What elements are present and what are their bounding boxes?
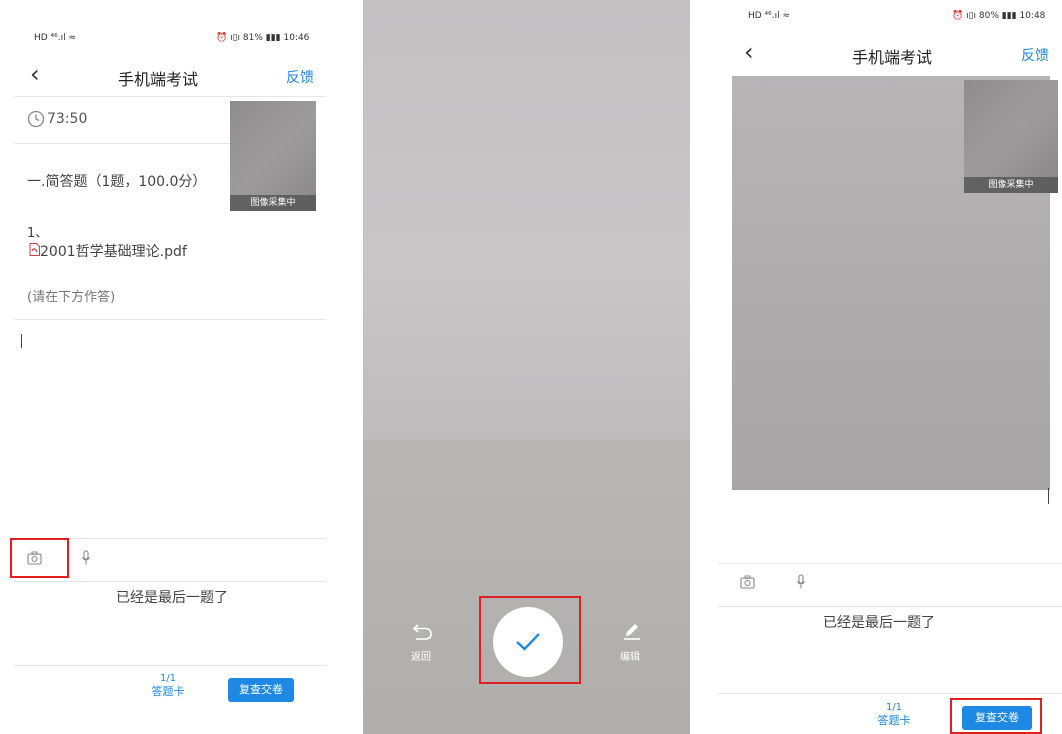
camera-icon[interactable]	[740, 575, 755, 589]
answer-text-cursor[interactable]	[1048, 488, 1049, 504]
back-icon[interactable]: ‹	[744, 40, 754, 64]
edit-pencil-icon[interactable]	[622, 621, 642, 641]
feedback-link[interactable]: 反馈	[286, 67, 314, 87]
back-arrow-icon[interactable]	[412, 622, 434, 642]
camera-status-label: 图像采集中	[964, 177, 1058, 193]
page-title: 手机端考试	[852, 48, 933, 67]
edit-label[interactable]: 编辑	[620, 648, 640, 663]
exam-screen-with-photo: HD ⁴⁶.ıl ≈ ⏰ ı▯ı 80% ▮▮▮ 10:48 ‹ 手机端考试 反…	[718, 0, 1062, 734]
microphone-icon[interactable]	[796, 574, 806, 590]
status-bar-right: ⏰ ı▯ı 81% ▮▮▮ 10:46	[216, 33, 310, 43]
toolbar-top-divider	[718, 563, 1062, 564]
last-question-notice: 已经是最后一题了	[116, 590, 228, 606]
feedback-link[interactable]: 反馈	[1021, 45, 1049, 65]
clock-icon	[27, 110, 45, 128]
status-bar-left: HD ⁴⁶.ıl ≈	[34, 33, 77, 43]
back-label[interactable]: 返回	[411, 648, 431, 663]
status-bar-left: HD ⁴⁶.ıl ≈	[748, 11, 791, 21]
microphone-icon[interactable]	[81, 550, 91, 566]
review-submit-button[interactable]: 复查交卷	[228, 678, 294, 702]
camera-preview: 图像采集中	[230, 101, 316, 211]
page-title: 手机端考试	[118, 70, 199, 89]
timer-divider	[14, 143, 230, 144]
answer-card-count: 1/1	[885, 702, 903, 713]
footer-divider	[718, 693, 1062, 694]
question-number: 1、	[27, 226, 49, 241]
answer-card-count: 1/1	[159, 673, 177, 684]
pdf-file-icon	[29, 243, 40, 256]
attachment-link[interactable]: 2001哲学基础理论.pdf	[40, 241, 187, 261]
captured-photo-lower	[363, 440, 690, 734]
answer-hint: (请在下方作答)	[27, 290, 116, 305]
answer-card-button[interactable]: 1/1 答题卡	[874, 701, 914, 727]
toolbar-bottom-divider	[718, 606, 1062, 607]
answer-text-area[interactable]	[21, 334, 22, 348]
footer-divider	[14, 665, 326, 666]
answer-card-label: 答题卡	[151, 685, 185, 698]
answer-card-button[interactable]: 1/1 答题卡	[148, 672, 188, 698]
header-divider	[14, 96, 326, 97]
camera-preview: 图像采集中	[964, 80, 1058, 193]
status-bar-right: ⏰ ı▯ı 80% ▮▮▮ 10:48	[952, 11, 1046, 21]
confirm-highlight-box	[479, 596, 581, 684]
submit-highlight-box	[950, 698, 1042, 734]
exam-screen-question: HD ⁴⁶.ıl ≈ ⏰ ı▯ı 81% ▮▮▮ 10:46 ‹ 手机端考试 反…	[0, 0, 330, 734]
back-icon[interactable]: ‹	[30, 62, 40, 86]
camera-highlight-box	[10, 538, 69, 578]
answer-divider	[14, 319, 326, 320]
camera-status-label: 图像采集中	[230, 195, 316, 211]
exam-timer: 73:50	[47, 111, 88, 127]
captured-photo-preview	[363, 0, 690, 440]
section-heading: 一.简答题（1题，100.0分）	[27, 174, 207, 190]
camera-capture-screen: 返回 编辑	[363, 0, 690, 734]
last-question-notice: 已经是最后一题了	[823, 615, 935, 631]
toolbar-bottom-divider	[14, 581, 326, 582]
answer-card-label: 答题卡	[877, 714, 911, 727]
